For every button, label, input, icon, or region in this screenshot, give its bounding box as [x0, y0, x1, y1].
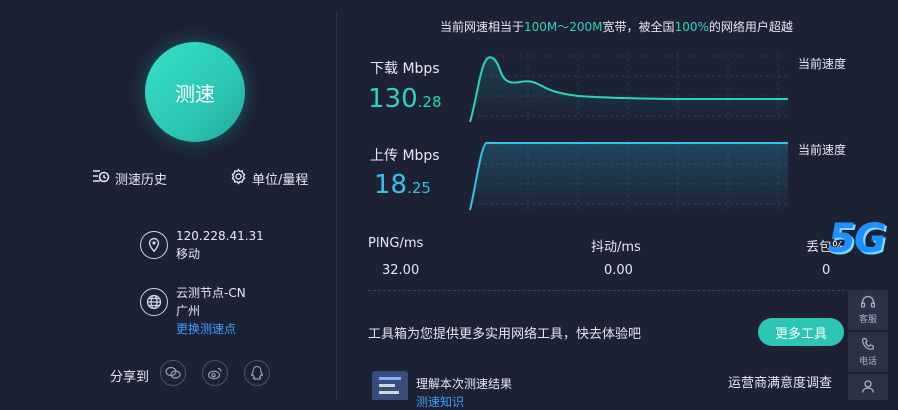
customer-service-label: 客服: [858, 315, 877, 325]
globe-icon: [140, 288, 168, 316]
caption-bandwidth-range: 100M～200M: [524, 20, 603, 34]
node-name: 云测节点-CN: [176, 286, 246, 300]
isp-name: 移动: [176, 247, 201, 261]
units-label: 单位/量程: [252, 173, 309, 188]
download-speed-graph: [469, 52, 788, 123]
more-tools-button[interactable]: 更多工具: [758, 318, 844, 346]
upload-speed-graph: [469, 140, 788, 211]
packet-loss-value: 0: [822, 263, 831, 278]
ping-value: 32.00: [382, 263, 420, 278]
toolbox-text: 工具箱为您提供更多实用网络工具，快去体验吧: [368, 327, 642, 342]
node-info: 云测节点-CN 广州 更换测速点: [176, 284, 246, 338]
node-city: 广州: [176, 304, 201, 318]
download-current-speed-label: 当前速度: [798, 57, 847, 71]
download-value-int: 130: [368, 84, 418, 114]
change-node-link[interactable]: 更换测速点: [176, 320, 246, 338]
share-label: 分享到: [110, 370, 150, 385]
caption-percentile: 100%: [674, 20, 709, 34]
wechat-share-icon[interactable]: [160, 360, 186, 386]
phone-icon: [861, 337, 875, 354]
upload-graph-fill: [470, 143, 788, 210]
understand-result-link[interactable]: 理解本次测速结果: [416, 375, 512, 392]
ip-address: 120.228.41.31: [176, 229, 264, 243]
panel-divider: [336, 12, 337, 400]
upload-current-speed-label: 当前速度: [798, 143, 847, 157]
user-tab[interactable]: [848, 374, 888, 400]
phone-label: 电话: [858, 357, 877, 367]
caption-suffix: 的网络用户超越: [708, 20, 793, 34]
location-icon: [140, 231, 168, 259]
download-label: 下载 Mbps: [370, 61, 440, 77]
weibo-share-icon[interactable]: [202, 360, 228, 386]
caption-prefix: 当前网速相当于: [440, 20, 525, 34]
phone-tab[interactable]: 电话: [848, 332, 888, 372]
customer-service-tab[interactable]: 客服: [848, 290, 888, 330]
carrier-survey-link[interactable]: 运营商满意度调查: [728, 372, 832, 391]
caption-mid: 宽带，被全国: [602, 20, 675, 34]
upload-value-int: 18: [374, 170, 408, 200]
jitter-value: 0.00: [604, 263, 633, 278]
jitter-label: 抖动/ms: [591, 240, 641, 255]
download-graph-fill: [470, 57, 788, 123]
start-speedtest-button[interactable]: 测速: [145, 42, 245, 142]
qq-share-icon[interactable]: [244, 360, 270, 386]
speed-knowledge-link[interactable]: 测速知识: [416, 393, 464, 410]
upload-label: 上传 Mbps: [370, 148, 440, 164]
headset-icon: [860, 295, 876, 312]
report-icon: [372, 371, 408, 400]
ip-info: 120.228.41.31 移动: [176, 227, 264, 263]
units-range-button[interactable]: 单位/量程: [230, 168, 308, 189]
download-value-dec: .28: [417, 93, 442, 111]
speed-comparison-caption: 当前网速相当于100M～200M宽带，被全国100%的网络用户超越: [440, 18, 793, 35]
user-icon: [861, 379, 875, 396]
ping-label: PING/ms: [368, 236, 424, 251]
history-icon: [92, 168, 115, 188]
gear-icon: [230, 168, 252, 189]
upload-value-dec: .25: [407, 179, 431, 197]
5g-badge: 5G: [828, 216, 887, 262]
speedtest-history-button[interactable]: 测速历史: [92, 168, 167, 188]
download-value: 130.28: [368, 84, 442, 114]
history-label: 测速历史: [115, 172, 168, 188]
upload-value: 18.25: [374, 170, 431, 200]
section-divider: [368, 290, 850, 291]
